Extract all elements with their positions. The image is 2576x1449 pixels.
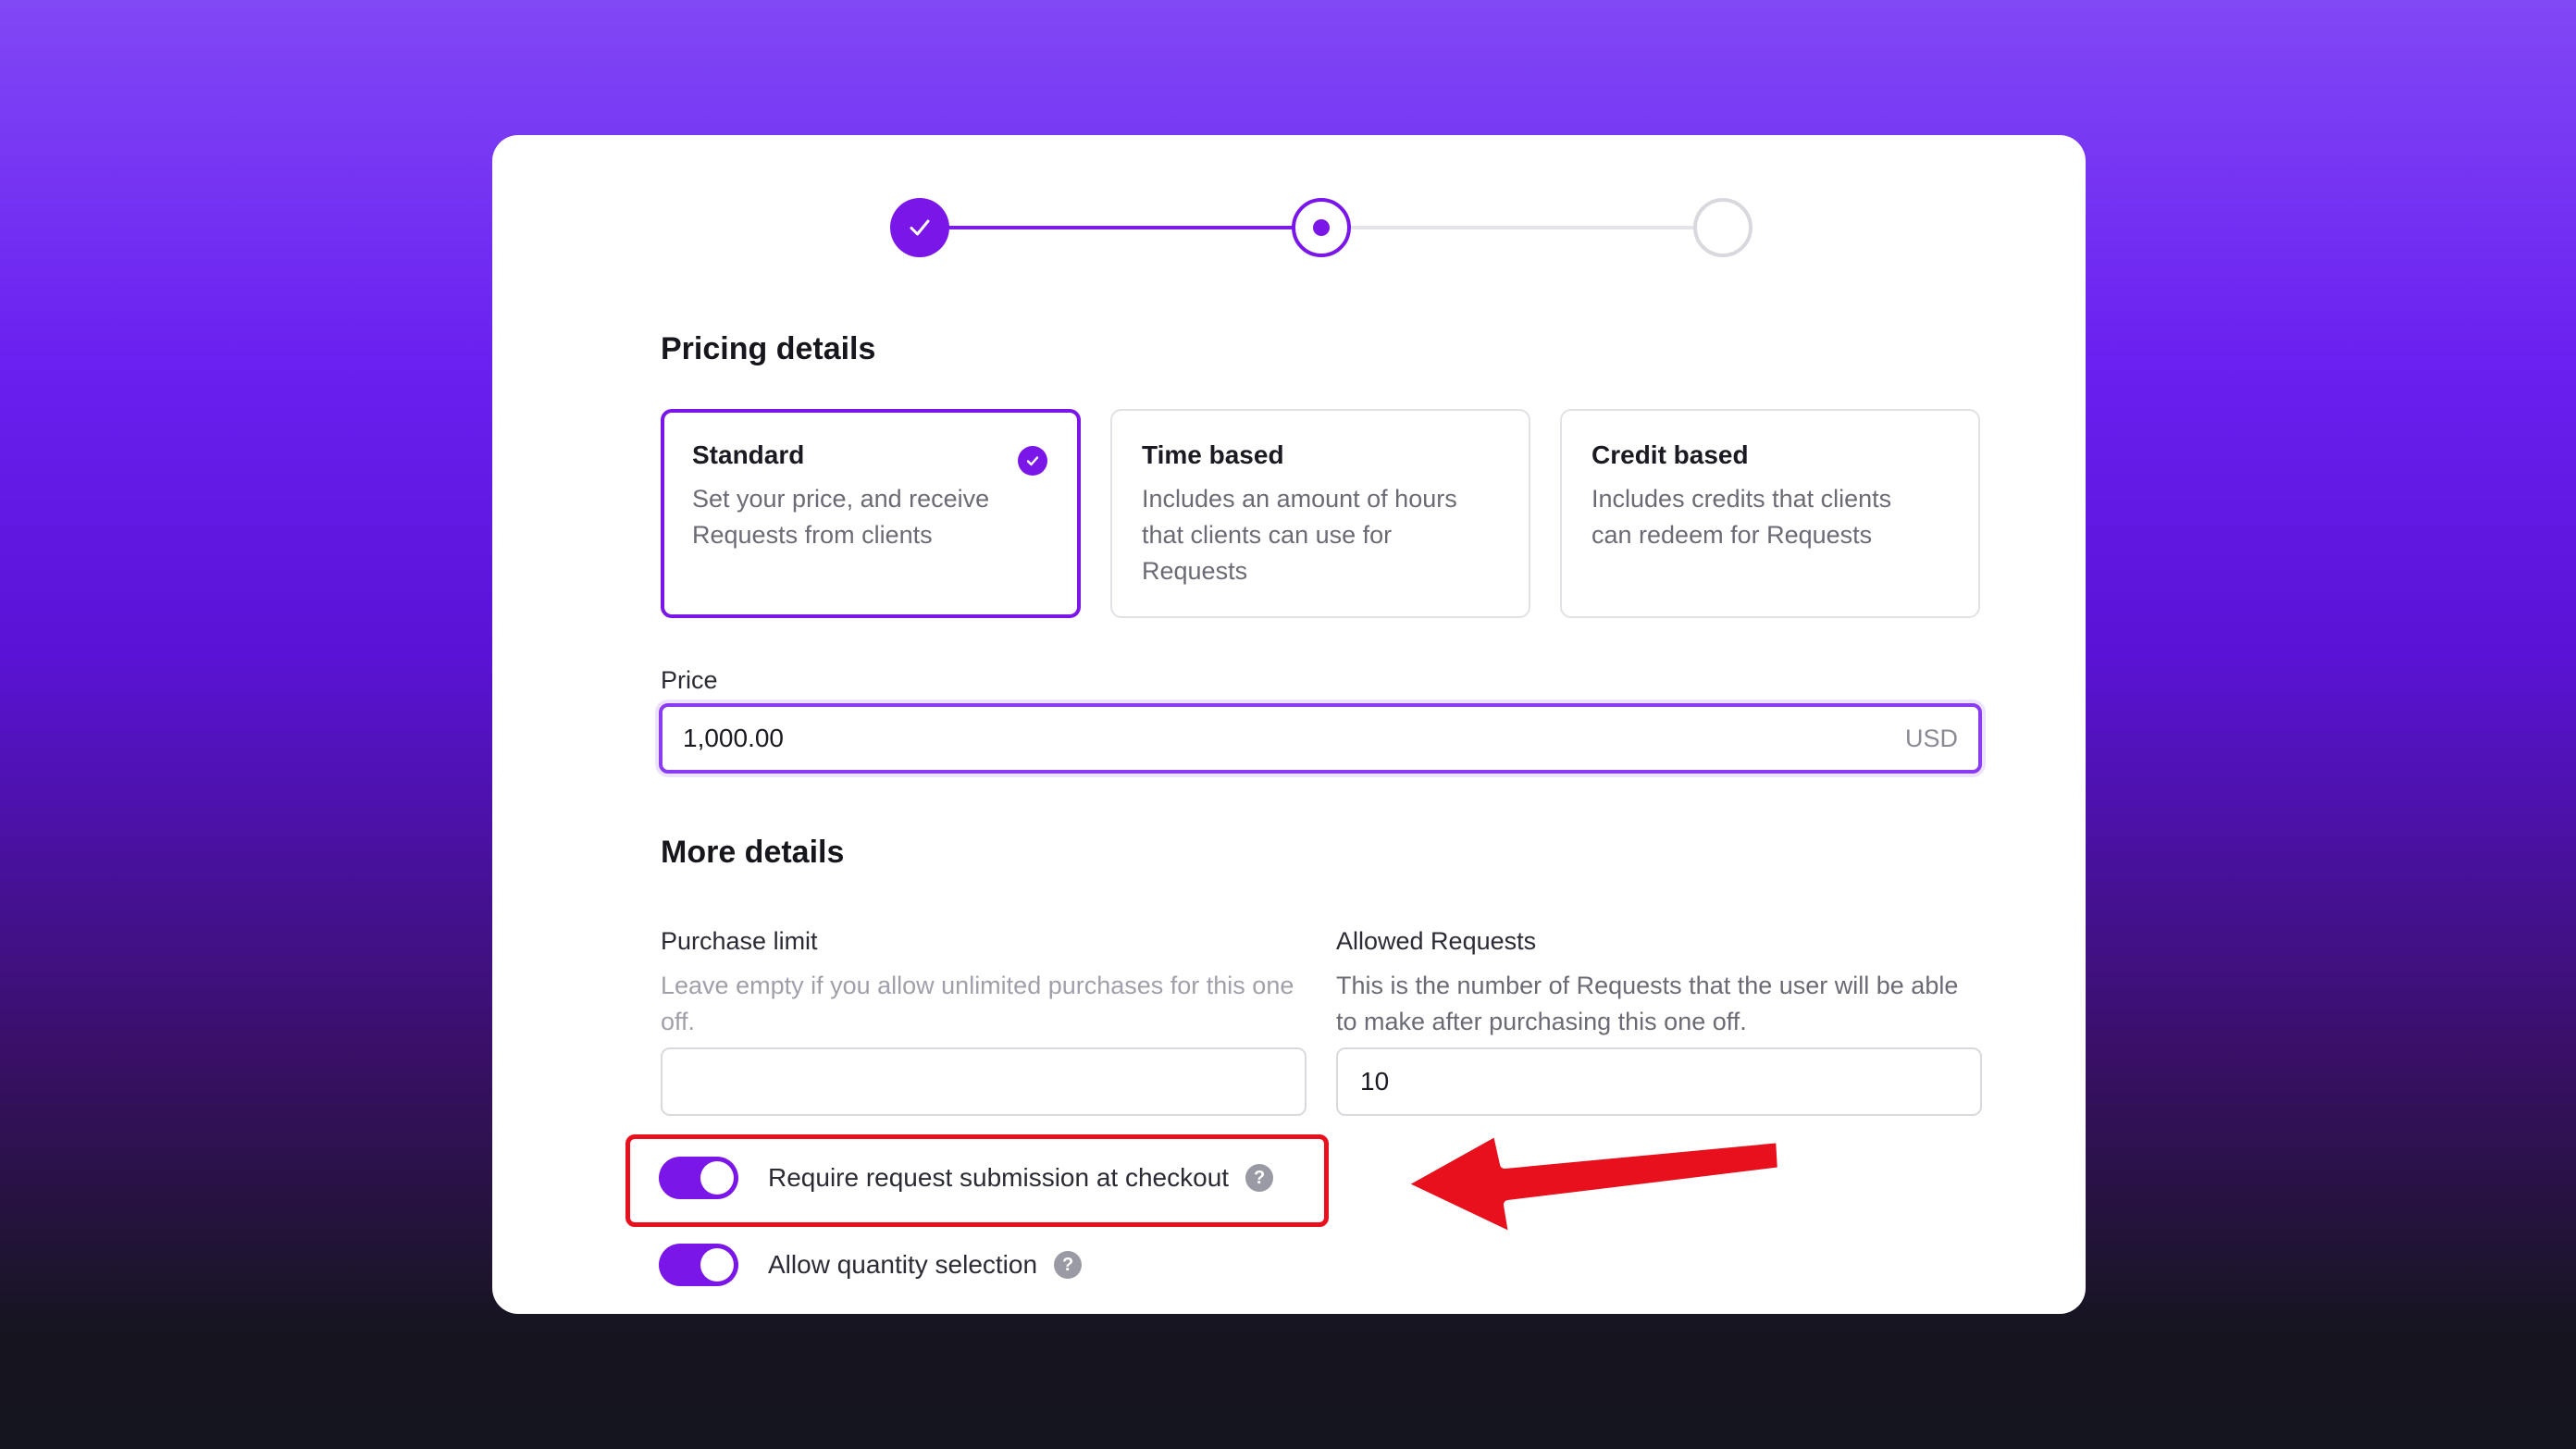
purchase-limit-label: Purchase limit (661, 927, 818, 955)
step-1-completed[interactable] (890, 198, 949, 257)
annotation-highlight-box (625, 1134, 1329, 1227)
currency-label: USD (1904, 724, 1958, 752)
step-3-upcoming[interactable] (1693, 198, 1752, 257)
purchase-limit-help: Leave empty if you allow unlimited purch… (661, 972, 1294, 1035)
progress-stepper (890, 198, 1752, 257)
pricing-option-standard[interactable]: Standard Set your price, and receive Req… (661, 409, 1081, 618)
option-description: Includes credits that clients can redeem… (1591, 485, 1892, 549)
current-step-dot (1313, 219, 1330, 236)
stepper-line-upcoming (1349, 226, 1697, 229)
allowed-requests-input[interactable]: 10 (1336, 1047, 1982, 1116)
pricing-option-credit-based[interactable]: Credit based Includes credits that clien… (1560, 409, 1980, 618)
pricing-details-title: Pricing details (661, 331, 876, 366)
toggle-knob (700, 1248, 734, 1282)
allow-quantity-toggle[interactable] (659, 1244, 738, 1286)
option-description: Includes an amount of hours that clients… (1142, 485, 1457, 585)
price-label: Price (661, 666, 718, 694)
stepper-line-completed (946, 226, 1294, 229)
selected-check-icon (1018, 446, 1047, 476)
allowed-requests-label: Allowed Requests (1336, 927, 1537, 955)
allow-quantity-label: Allow quantity selection (768, 1250, 1038, 1279)
allowed-requests-help: This is the number of Requests that the … (1336, 972, 1959, 1035)
option-description: Set your price, and receive Requests fro… (692, 485, 990, 549)
purchase-limit-input[interactable] (661, 1047, 1307, 1116)
option-title: Standard (692, 440, 805, 469)
annotation-arrow-icon (1396, 1126, 1787, 1243)
checkmark-icon (910, 219, 930, 236)
price-value: 1,000.00 (683, 724, 784, 752)
step-2-current[interactable] (1292, 198, 1351, 257)
allow-quantity-row: Allow quantity selection ? (659, 1244, 1083, 1286)
help-icon[interactable]: ? (1054, 1251, 1083, 1279)
price-input[interactable]: 1,000.00 USD (659, 703, 1982, 774)
option-title: Credit based (1591, 440, 1749, 469)
option-title: Time based (1142, 440, 1284, 469)
more-details-title: More details (661, 835, 845, 870)
pricing-option-time-based[interactable]: Time based Includes an amount of hours t… (1110, 409, 1530, 618)
